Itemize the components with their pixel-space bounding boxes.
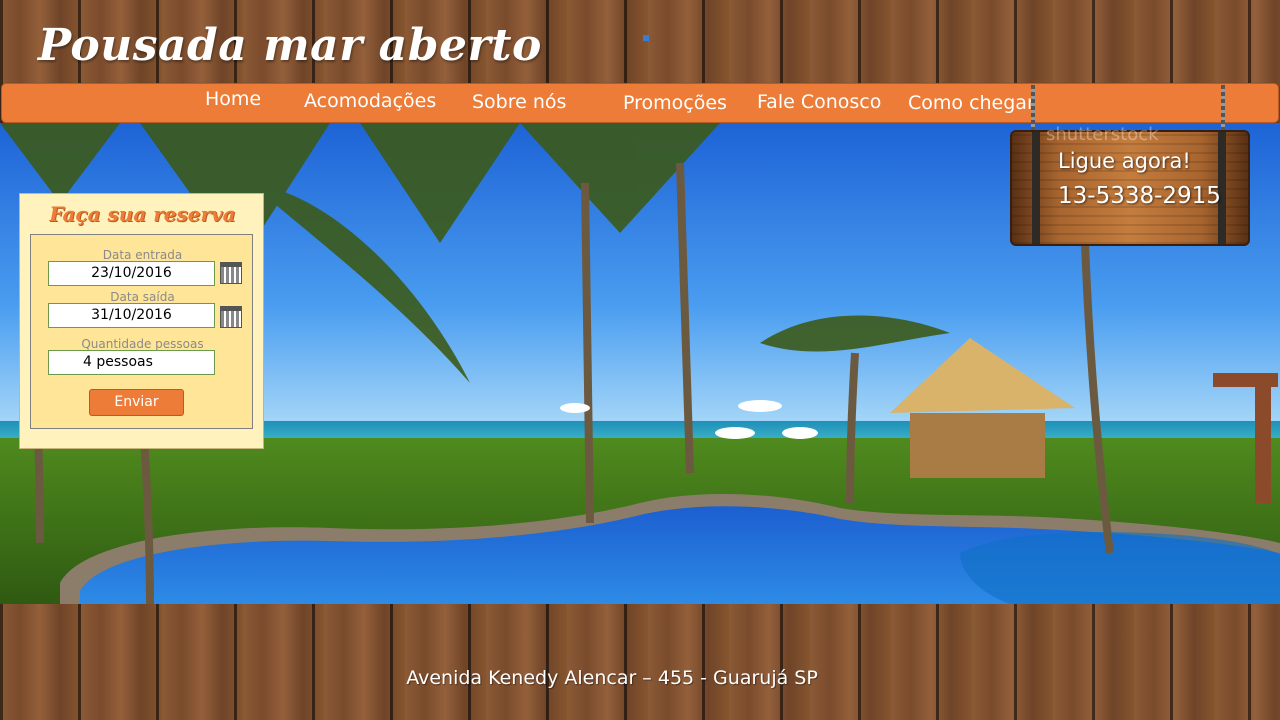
stock-watermark: shutterstock <box>1046 124 1159 145</box>
call-now-text: Ligue agora! <box>1058 149 1191 173</box>
reservation-panel: Faça sua reserva Data entrada 23/10/2016… <box>19 193 264 449</box>
site-title: Pousada mar aberto <box>38 20 542 71</box>
sign-metal-band <box>1032 132 1040 244</box>
nav-item-fale-conosco[interactable]: Fale Conosco <box>757 91 881 113</box>
nav-item-acomodacoes[interactable]: Acomodações <box>304 90 436 112</box>
checkin-date-input[interactable]: 23/10/2016 <box>48 261 215 286</box>
footer-address: Avenida Kenedy Alencar – 455 - Guarujá S… <box>406 667 818 689</box>
sign-chain-right <box>1221 85 1225 135</box>
submit-reservation-button[interactable]: Enviar <box>89 389 184 416</box>
main-navbar: Home Acomodações Sobre nós Promoções Fal… <box>1 83 1279 123</box>
sign-chain-left <box>1031 85 1035 135</box>
nav-item-home[interactable]: Home <box>205 88 261 110</box>
checkout-label: Data saída <box>110 290 175 304</box>
calendar-icon[interactable] <box>220 306 242 328</box>
nav-item-promocoes[interactable]: Promoções <box>623 92 727 114</box>
checkout-date-input[interactable]: 31/10/2016 <box>48 303 215 328</box>
reservation-form: Data entrada 23/10/2016 Data saída 31/10… <box>30 234 253 429</box>
reservation-title: Faça sua reserva <box>49 202 236 226</box>
nav-item-sobre-nos[interactable]: Sobre nós <box>472 91 566 113</box>
checkin-label: Data entrada <box>102 248 183 262</box>
decorative-dot <box>643 35 649 41</box>
nav-item-como-chegar[interactable]: Como chegar <box>908 92 1035 114</box>
phone-number[interactable]: 13-5338-2915 <box>1058 183 1221 209</box>
calendar-icon[interactable] <box>220 262 242 284</box>
guests-input[interactable]: 4 pessoas <box>48 350 215 375</box>
guests-label: Quantidade pessoas <box>81 337 204 351</box>
